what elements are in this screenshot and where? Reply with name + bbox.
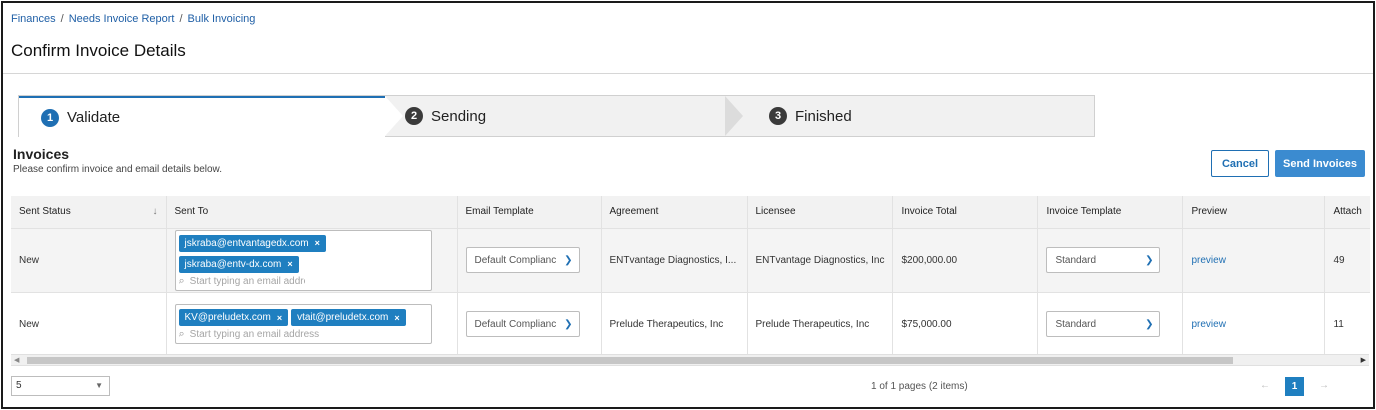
email-chip: jskraba@entvantagedx.com × (178, 234, 326, 252)
cell-attach: 11 (1324, 291, 1370, 356)
next-page-icon[interactable]: → (1319, 380, 1329, 391)
email-template-select[interactable]: Default Complianc ❯ (465, 247, 580, 273)
cell-sent-status: New (11, 291, 166, 356)
preview-link[interactable]: preview (1191, 255, 1225, 266)
send-invoices-button[interactable]: Send Invoices (1275, 150, 1365, 177)
chevron-down-icon: ❯ (564, 254, 573, 266)
column-header-attach[interactable]: Attach (1324, 196, 1370, 228)
breadcrumb-bulk-invoicing[interactable]: Bulk Invoicing (188, 13, 256, 25)
column-header-sent-status[interactable]: Sent Status ↓ (11, 196, 166, 228)
remove-chip-icon[interactable]: × (277, 313, 282, 323)
cell-sent-to: jskraba@entvantagedx.com × jskraba@entv-d… (165, 227, 457, 292)
cell-agreement: Prelude Therapeutics, Inc (600, 291, 747, 356)
cell-invoice-template: Standard ❯ (1037, 291, 1183, 356)
cell-licensee: ENTvantage Diagnostics, Inc (746, 227, 893, 292)
cell-sent-to: KV@preludetx.com × vtait@preludetx.com × ⌕… (165, 291, 457, 356)
pagination-bar: 5 ▼ 1 of 1 pages (2 items) ← 1 → (11, 365, 1369, 407)
table-row: New KV@preludetx.com × vtait@preludetx.co… (11, 291, 1370, 356)
column-header-sent-to[interactable]: Sent To (165, 196, 457, 228)
table-header-row: Sent Status ↓ Sent To Email Template Agre… (11, 196, 1370, 228)
email-recipients-input[interactable]: jskraba@entvantagedx.com × jskraba@entv-d… (174, 229, 432, 291)
scroll-left-icon[interactable]: ◀ (14, 356, 19, 364)
dropdown-caret-icon: ▼ (95, 381, 103, 390)
breadcrumb-separator: / (60, 13, 64, 25)
step-number: 1 (41, 108, 59, 127)
column-header-agreement[interactable]: Agreement (600, 196, 747, 228)
breadcrumb-finances[interactable]: Finances (11, 13, 56, 25)
step-sending: 2 Sending (405, 96, 725, 136)
section-subtitle: Please confirm invoice and email details… (13, 164, 222, 175)
chevron-down-icon: ❯ (564, 318, 573, 330)
table-row: New jskraba@entvantagedx.com × jskraba@en… (11, 227, 1370, 292)
cell-preview: preview (1182, 227, 1325, 292)
cell-email-template: Default Complianc ❯ (456, 291, 601, 356)
page-frame: Finances / Needs Invoice Report / Bulk Invoi… (1, 1, 1375, 409)
chevron-arrow-icon (385, 96, 403, 136)
step-validate: 1 Validate (19, 96, 385, 137)
remove-chip-icon[interactable]: × (394, 313, 399, 323)
column-header-invoice-template[interactable]: Invoice Template (1037, 196, 1183, 228)
breadcrumb-separator: / (179, 13, 183, 25)
column-header-licensee[interactable]: Licensee (746, 196, 893, 228)
preview-link[interactable]: preview (1191, 319, 1225, 330)
invoice-template-select[interactable]: Standard ❯ (1046, 247, 1161, 273)
page-button-current[interactable]: 1 (1285, 377, 1304, 396)
cell-preview: preview (1182, 291, 1325, 356)
cell-invoice-total: $75,000.00 (892, 291, 1038, 356)
invoices-table: Sent Status ↓ Sent To Email Template Agre… (11, 196, 1370, 356)
page-size-select[interactable]: 5 ▼ (11, 376, 110, 396)
search-icon: ⌕ (178, 274, 185, 287)
cancel-button[interactable]: Cancel (1211, 150, 1269, 177)
stepper: 1 Validate 2 Sending 3 Finished (18, 95, 1095, 137)
cell-invoice-total: $200,000.00 (892, 227, 1038, 292)
step-number: 2 (405, 107, 423, 125)
section-title: Invoices (13, 146, 70, 162)
cell-licensee: Prelude Therapeutics, Inc (746, 291, 893, 356)
step-finished: 3 Finished (769, 96, 1095, 136)
sort-arrow-icon[interactable]: ↓ (153, 206, 158, 217)
scrollbar-thumb[interactable] (27, 357, 1233, 364)
page-title: Confirm Invoice Details (11, 41, 186, 60)
remove-chip-icon[interactable]: × (287, 259, 292, 269)
chevron-down-icon: ❯ (1145, 318, 1154, 330)
email-template-select[interactable]: Default Complianc ❯ (465, 311, 580, 338)
page-info: 1 of 1 pages (2 items) (871, 381, 968, 392)
cell-email-template: Default Complianc ❯ (456, 227, 601, 292)
remove-chip-icon[interactable]: × (315, 238, 320, 248)
cell-agreement: ENTvantage Diagnostics, I... (600, 227, 747, 292)
column-header-email-template[interactable]: Email Template (456, 196, 601, 228)
email-chip: vtait@preludetx.com × (291, 309, 406, 327)
column-header-invoice-total[interactable]: Invoice Total (892, 196, 1038, 228)
step-label: Sending (431, 107, 487, 125)
invoice-template-select[interactable]: Standard ❯ (1046, 311, 1161, 338)
header-divider (3, 73, 1373, 74)
email-chip: jskraba@entv-dx.com × (178, 255, 299, 273)
chevron-arrow-icon (725, 96, 743, 136)
chevron-down-icon: ❯ (1145, 254, 1154, 266)
cell-attach: 49 (1324, 227, 1370, 292)
step-label: Finished (795, 107, 852, 125)
column-header-preview[interactable]: Preview (1182, 196, 1325, 228)
email-chip: KV@preludetx.com × (178, 309, 289, 327)
email-search-field[interactable]: ⌕Start typing an email address (179, 275, 305, 288)
step-number: 3 (769, 107, 787, 125)
previous-page-icon[interactable]: ← (1260, 380, 1270, 391)
email-recipients-input[interactable]: KV@preludetx.com × vtait@preludetx.com × ⌕… (174, 304, 432, 345)
scroll-right-icon[interactable]: ▶ (1361, 356, 1366, 364)
breadcrumb-needs-invoice-report[interactable]: Needs Invoice Report (69, 13, 175, 25)
step-label: Validate (67, 109, 121, 126)
breadcrumb: Finances / Needs Invoice Report / Bulk Invoi… (11, 13, 255, 25)
cell-invoice-template: Standard ❯ (1037, 227, 1183, 292)
horizontal-scrollbar[interactable]: ◀ ▶ (11, 354, 1369, 365)
email-search-field[interactable]: ⌕Start typing an email address (179, 328, 320, 341)
search-icon: ⌕ (178, 328, 185, 341)
cell-sent-status: New (11, 227, 166, 292)
